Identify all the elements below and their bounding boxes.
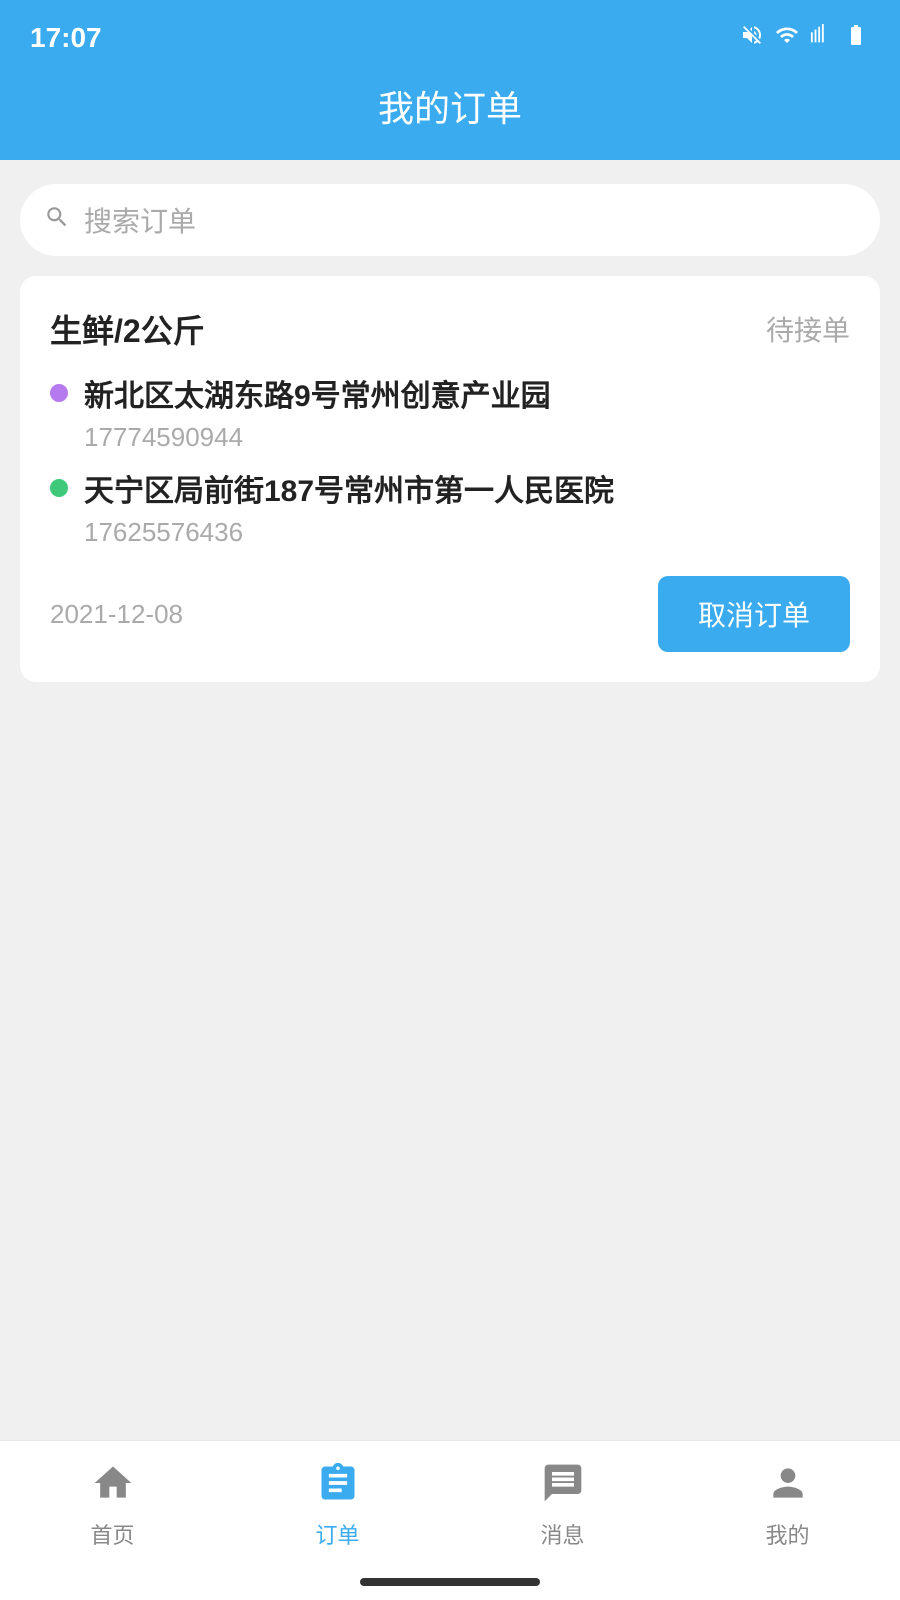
pickup-info: 新北区太湖东路9号常州创意产业园 17774590944	[84, 376, 850, 453]
bottom-nav: 首页 订单 消息 我的	[0, 1440, 900, 1570]
status-time: 17:07	[30, 22, 102, 54]
profile-icon	[766, 1461, 810, 1512]
search-container: 搜索订单	[0, 160, 900, 276]
delivery-address-row: 天宁区局前街187号常州市第一人民医院 17625576436	[50, 471, 850, 548]
page-title: 我的订单	[0, 80, 900, 132]
status-icons	[740, 23, 870, 53]
pickup-phone: 17774590944	[84, 422, 850, 453]
order-date: 2021-12-08	[50, 599, 183, 630]
home-icon	[91, 1461, 135, 1512]
delivery-dot	[50, 479, 68, 497]
nav-item-message[interactable]: 消息	[503, 1461, 623, 1550]
order-icon	[316, 1461, 360, 1512]
orders-list: 生鲜/2公斤 待接单 新北区太湖东路9号常州创意产业园 17774590944 …	[0, 276, 900, 1440]
search-bar[interactable]: 搜索订单	[20, 184, 880, 256]
nav-label-order: 订单	[315, 1518, 359, 1550]
mute-icon	[740, 23, 764, 53]
nav-label-message: 消息	[540, 1518, 584, 1550]
nav-item-order[interactable]: 订单	[278, 1461, 398, 1550]
home-indicator	[0, 1570, 900, 1600]
nav-label-home: 首页	[90, 1518, 134, 1550]
cancel-order-button[interactable]: 取消订单	[658, 576, 850, 652]
order-status: 待接单	[766, 309, 850, 349]
search-placeholder: 搜索订单	[84, 200, 196, 240]
message-icon	[541, 1461, 585, 1512]
nav-item-home[interactable]: 首页	[53, 1461, 173, 1550]
status-bar: 17:07	[0, 0, 900, 70]
order-title: 生鲜/2公斤	[50, 306, 205, 352]
order-card: 生鲜/2公斤 待接单 新北区太湖东路9号常州创意产业园 17774590944 …	[20, 276, 880, 682]
delivery-phone: 17625576436	[84, 517, 850, 548]
battery-icon	[842, 23, 870, 53]
order-footer: 2021-12-08 取消订单	[50, 576, 850, 652]
nav-label-profile: 我的	[765, 1518, 809, 1550]
signal-icon	[810, 23, 832, 53]
order-card-header: 生鲜/2公斤 待接单	[50, 306, 850, 352]
pickup-address-row: 新北区太湖东路9号常州创意产业园 17774590944	[50, 376, 850, 453]
wifi-icon	[774, 23, 800, 53]
delivery-info: 天宁区局前街187号常州市第一人民医院 17625576436	[84, 471, 850, 548]
pickup-dot	[50, 384, 68, 402]
page-header: 我的订单	[0, 70, 900, 160]
search-icon	[44, 204, 70, 237]
nav-item-profile[interactable]: 我的	[728, 1461, 848, 1550]
home-indicator-bar	[360, 1578, 540, 1586]
delivery-address-text: 天宁区局前街187号常州市第一人民医院	[84, 471, 850, 513]
pickup-address-text: 新北区太湖东路9号常州创意产业园	[84, 376, 850, 418]
